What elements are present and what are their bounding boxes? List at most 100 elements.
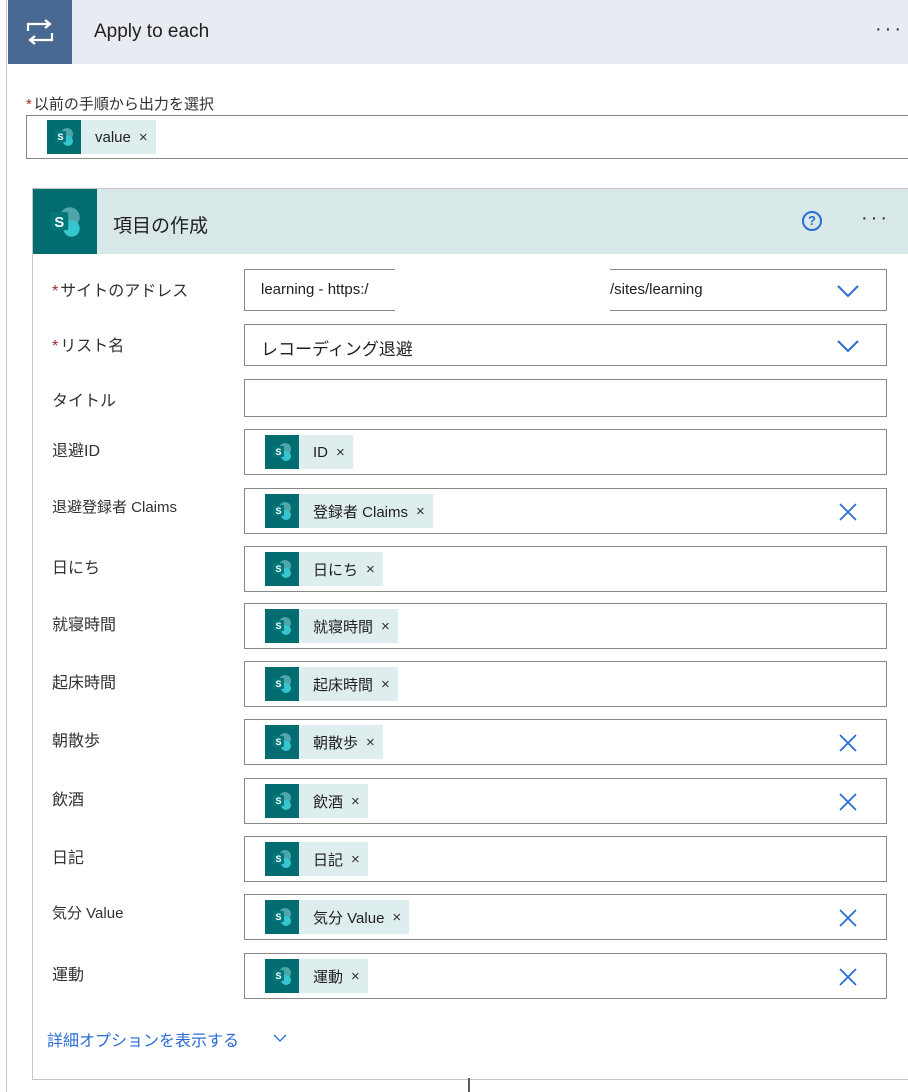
svg-text:S: S <box>57 132 63 142</box>
clear-icon[interactable] <box>838 733 858 753</box>
date-token[interactable]: S 日にち × <box>265 552 383 586</box>
site-address-value-start: learning - https:/ <box>261 281 369 298</box>
svg-text:S: S <box>275 506 281 516</box>
token-remove-icon[interactable]: × <box>343 793 368 810</box>
svg-text:S: S <box>275 971 281 981</box>
sharepoint-icon: S <box>265 494 299 528</box>
svg-text:S: S <box>275 447 281 457</box>
sharepoint-icon: S <box>265 552 299 586</box>
date-input[interactable]: S 日にち × <box>244 546 887 592</box>
clear-icon[interactable] <box>838 792 858 812</box>
svg-text:S: S <box>54 214 64 230</box>
chevron-down-icon[interactable] <box>836 279 860 303</box>
field-label: 起床時間 <box>52 675 117 692</box>
token-label: 日記 <box>313 851 344 869</box>
token-label: 日にち <box>313 561 359 579</box>
token-remove-icon[interactable]: × <box>358 734 383 751</box>
token-remove-icon[interactable]: × <box>328 444 353 461</box>
required-mark: * <box>52 338 59 355</box>
token-label: 飲酒 <box>313 793 344 811</box>
token-remove-icon[interactable]: × <box>384 909 409 926</box>
clear-icon[interactable] <box>838 502 858 522</box>
sharepoint-icon: S <box>265 842 299 876</box>
list-name-dropdown[interactable]: レコーディング退避 <box>244 324 887 366</box>
clear-icon[interactable] <box>838 908 858 928</box>
bedtime-token[interactable]: S 就寝時間 × <box>265 609 398 643</box>
token-label: 登録者 Claims <box>313 503 409 521</box>
more-options-icon[interactable]: ··· <box>861 207 890 230</box>
field-label: 日記 <box>52 850 85 867</box>
bedtime-input[interactable]: S 就寝時間 × <box>244 603 887 649</box>
apply-to-each-title: Apply to each <box>94 21 210 42</box>
wakeup-token[interactable]: S 起床時間 × <box>265 667 398 701</box>
morning-walk-token[interactable]: S 朝散歩 × <box>265 725 383 759</box>
token-remove-icon[interactable]: × <box>343 851 368 868</box>
morning-walk-input[interactable]: S 朝散歩 × <box>244 719 887 765</box>
svg-text:S: S <box>275 621 281 631</box>
sharepoint-icon: S <box>265 667 299 701</box>
wakeup-input[interactable]: S 起床時間 × <box>244 661 887 707</box>
sharepoint-icon: S <box>265 725 299 759</box>
site-address-value-end: /sites/learning <box>610 281 703 298</box>
token-remove-icon[interactable]: × <box>408 503 433 520</box>
field-label: 日にち <box>52 560 101 577</box>
diary-token[interactable]: S 日記 × <box>265 842 368 876</box>
clear-icon[interactable] <box>838 967 858 987</box>
token-remove-icon[interactable]: × <box>373 676 398 693</box>
apply-to-each-header[interactable]: Apply to each ··· <box>8 0 908 64</box>
token-remove-icon[interactable]: × <box>131 129 156 146</box>
drinking-token[interactable]: S 飲酒 × <box>265 784 368 818</box>
select-output-input[interactable]: S value × <box>26 115 908 159</box>
mood-value-token[interactable]: S 気分 Value × <box>265 900 410 934</box>
select-output-label: * 以前の手順から出力を選択 <box>26 93 214 114</box>
registrant-claims-input[interactable]: S 登録者 Claims × <box>244 488 887 534</box>
id-token[interactable]: S ID × <box>265 435 353 469</box>
token-label: 就寝時間 <box>313 618 374 636</box>
field-label: * サイトのアドレス <box>52 277 188 301</box>
svg-text:S: S <box>275 912 281 922</box>
value-token[interactable]: S value × <box>47 120 156 154</box>
site-address-dropdown[interactable]: learning - https:/ /sites/learning <box>244 268 887 316</box>
field-label: タイトル <box>52 393 117 410</box>
sharepoint-icon: S <box>47 120 81 154</box>
diary-input[interactable]: S 日記 × <box>244 836 887 882</box>
registrant-claims-token[interactable]: S 登録者 Claims × <box>265 494 433 528</box>
token-label: 起床時間 <box>313 676 374 694</box>
field-label: 退避登録者 Claims <box>52 499 178 516</box>
show-advanced-options-link[interactable]: 詳細オプションを表示する <box>47 1027 239 1051</box>
exercise-token[interactable]: S 運動 × <box>265 959 368 993</box>
svg-text:S: S <box>275 737 281 747</box>
exercise-input[interactable]: S 運動 × <box>244 953 887 999</box>
token-remove-icon[interactable]: × <box>358 561 383 578</box>
sharepoint-icon: S <box>265 784 299 818</box>
drinking-input[interactable]: S 飲酒 × <box>244 778 887 824</box>
field-label-text: サイトのアドレス <box>60 283 189 300</box>
list-name-value: レコーディング退避 <box>261 340 413 359</box>
sharepoint-icon: S <box>265 435 299 469</box>
field-label: 気分 Value <box>52 905 124 922</box>
sharepoint-icon: S <box>265 609 299 643</box>
token-label: ID <box>313 443 328 461</box>
help-icon[interactable]: ? <box>802 211 822 231</box>
field-label: 運動 <box>52 967 85 984</box>
field-label: 飲酒 <box>52 792 85 809</box>
chevron-down-icon[interactable] <box>836 334 860 358</box>
sharepoint-icon: S <box>265 900 299 934</box>
token-label: 気分 Value <box>313 909 385 927</box>
title-input[interactable] <box>244 379 887 417</box>
token-remove-icon[interactable]: × <box>343 968 368 985</box>
field-label: * リスト名 <box>52 332 124 356</box>
required-mark: * <box>52 283 59 300</box>
more-options-icon[interactable]: ··· <box>875 18 904 41</box>
token-remove-icon[interactable]: × <box>373 618 398 635</box>
sharepoint-icon: S <box>33 189 97 254</box>
create-item-header[interactable]: S 項目の作成 ? ··· <box>33 189 908 254</box>
field-label: 就寝時間 <box>52 617 117 634</box>
svg-text:S: S <box>275 564 281 574</box>
taihi-id-input[interactable]: S ID × <box>244 429 887 475</box>
chevron-down-icon[interactable] <box>273 1031 287 1045</box>
field-label-text: リスト名 <box>60 338 125 355</box>
token-label: 朝散歩 <box>313 734 359 752</box>
mood-value-input[interactable]: S 気分 Value × <box>244 894 887 940</box>
field-label: 退避ID <box>52 443 101 460</box>
